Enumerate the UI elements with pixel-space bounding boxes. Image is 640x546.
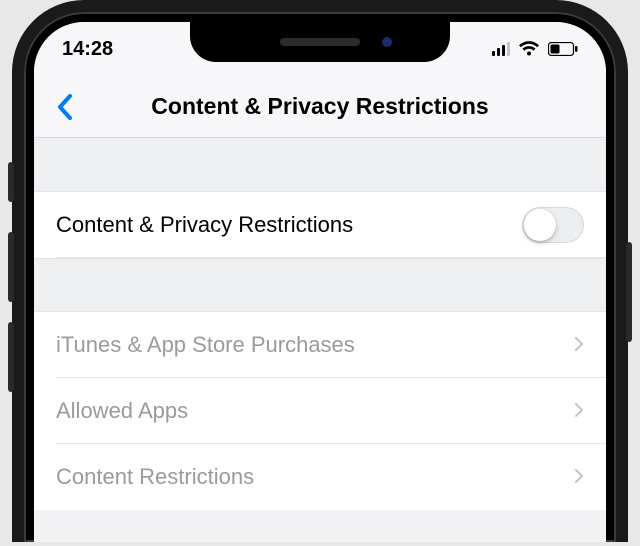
row-master-toggle[interactable]: Content & Privacy Restrictions xyxy=(34,192,606,258)
front-camera xyxy=(382,37,392,47)
toggle-switch[interactable] xyxy=(522,207,584,243)
row-label: iTunes & App Store Purchases xyxy=(56,332,355,358)
earpiece-speaker xyxy=(280,38,360,46)
row-itunes-purchases[interactable]: iTunes & App Store Purchases xyxy=(34,312,606,378)
status-indicators xyxy=(492,41,578,57)
screen: 14:28 xyxy=(34,22,606,542)
row-label: Content Restrictions xyxy=(56,464,254,490)
row-label: Content & Privacy Restrictions xyxy=(56,212,353,238)
status-time: 14:28 xyxy=(62,38,113,61)
cellular-icon xyxy=(492,42,510,56)
notch xyxy=(190,22,450,62)
chevron-right-icon xyxy=(574,398,584,424)
section-gap xyxy=(34,258,606,312)
section-gap xyxy=(34,138,606,192)
volume-down-button xyxy=(8,322,14,392)
wifi-icon xyxy=(518,41,540,57)
phone-frame: 14:28 xyxy=(12,0,628,542)
chevron-right-icon xyxy=(574,332,584,358)
chevron-right-icon xyxy=(574,464,584,490)
back-button[interactable] xyxy=(48,90,82,124)
chevron-left-icon xyxy=(56,93,74,121)
power-button xyxy=(626,242,632,342)
row-label: Allowed Apps xyxy=(56,398,188,424)
page-title: Content & Privacy Restrictions xyxy=(151,93,488,120)
battery-icon xyxy=(548,42,578,56)
toggle-knob xyxy=(524,209,556,241)
silent-switch xyxy=(8,162,14,202)
row-content-restrictions[interactable]: Content Restrictions xyxy=(34,444,606,510)
row-allowed-apps[interactable]: Allowed Apps xyxy=(34,378,606,444)
volume-up-button xyxy=(8,232,14,302)
nav-header: Content & Privacy Restrictions xyxy=(34,76,606,138)
